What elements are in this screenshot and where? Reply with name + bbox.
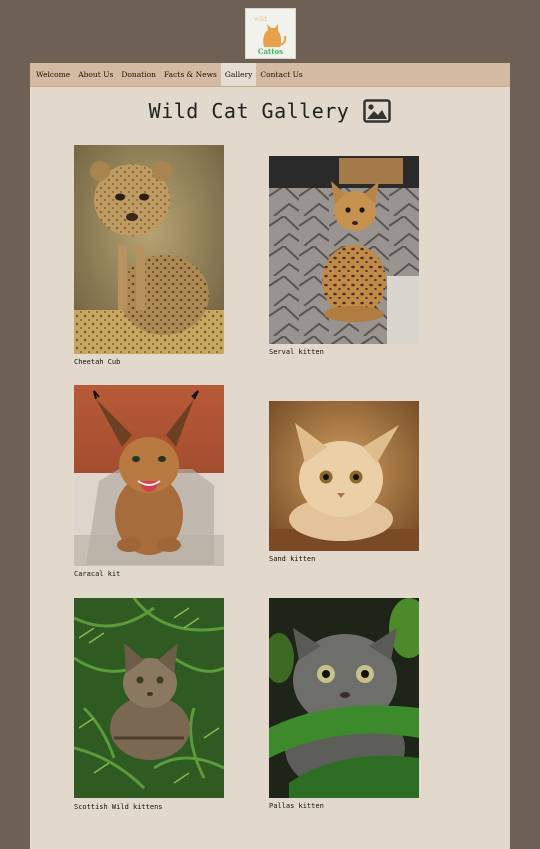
sand-kitten-photo[interactable] [269,401,419,551]
gallery-caption: Caracal kit [74,570,121,578]
gallery-caption: Sand kitten [269,555,316,563]
gallery-item-caracal: Caracal kit [74,385,224,583]
svg-text:wild: wild [254,16,267,23]
gallery-caption: Scottish Wild kittens [74,803,163,811]
pallas-kitten-photo[interactable] [269,598,419,798]
gallery-caption: Serval kitten [269,348,324,356]
nav-contact-us[interactable]: Contact Us [256,63,306,86]
caracal-kit-photo[interactable] [74,385,224,566]
nav-about-us[interactable]: About Us [74,63,117,86]
gallery-caption: Pallas kitten [269,802,324,810]
nav-facts-news[interactable]: Facts & News [160,63,221,86]
gallery-caption: Cheetah Cub [74,358,121,366]
nav-gallery[interactable]: Gallery [220,63,257,86]
site-logo[interactable]: wild Cattos [245,8,296,59]
title-row: Wild Cat Gallery [30,96,510,126]
image-icon [363,99,392,123]
gallery-item-pallas: Pallas kitten [269,598,419,814]
nav-welcome[interactable]: Welcome [32,63,74,86]
page-content: Welcome About Us Donation Facts & News G… [30,63,510,849]
main-nav: Welcome About Us Donation Facts & News G… [30,63,510,87]
logo-text: Cattos [257,47,284,56]
cheetah-cub-photo[interactable] [74,145,224,354]
gallery-item-serval: Serval kitten [269,156,419,361]
gallery-item-scottish-wild: Scottish Wild kittens [74,598,224,816]
gallery-item-sand: Sand kitten [269,401,419,568]
serval-kitten-photo[interactable] [269,156,419,344]
page-title: Wild Cat Gallery [148,99,350,123]
nav-donation[interactable]: Donation [117,63,160,86]
scottish-wild-kittens-photo[interactable] [74,598,224,798]
gallery-item-cheetah: Cheetah Cub [74,145,224,370]
